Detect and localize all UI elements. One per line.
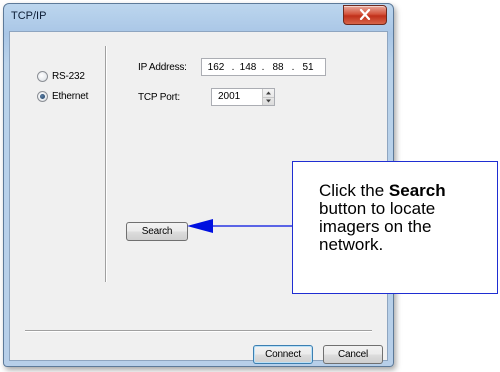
callout-bold: Search	[388, 181, 446, 200]
screenshot-stage: TCP/IP RS-232 Ethernet IP Address: 162 .	[0, 0, 500, 372]
callout-text: Click the Search button to locate imager…	[319, 182, 489, 254]
callout-suffix: button to locate imagers on the network.	[319, 199, 436, 254]
callout-prefix: Click the	[319, 181, 389, 200]
instruction-callout: Click the Search button to locate imager…	[292, 161, 498, 294]
